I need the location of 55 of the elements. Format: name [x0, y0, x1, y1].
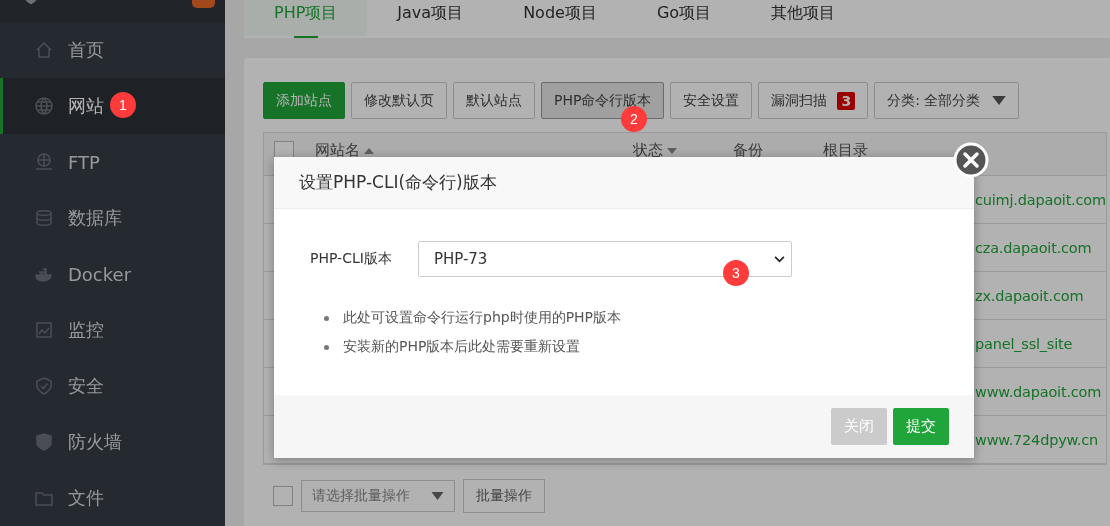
site-link[interactable]: www.724dpyw.cn	[975, 431, 1099, 448]
site-link[interactable]: www.dapaoit.com	[975, 383, 1102, 400]
site-link[interactable]: cuimj.dapaoit.com	[975, 191, 1106, 208]
add-site-button[interactable]: 添加站点	[263, 82, 345, 119]
sidebar-item[interactable]: 安全	[0, 358, 225, 414]
dialog-title: 设置PHP-CLI(命令行)版本	[299, 171, 497, 194]
sidebar-item[interactable]: Docker	[0, 246, 225, 302]
column-header[interactable]: 根目录	[823, 141, 868, 160]
annotation-marker: 2	[621, 106, 647, 132]
database-icon	[34, 208, 54, 228]
home-icon	[34, 40, 54, 60]
annotation-marker: 3	[723, 260, 749, 286]
sort-icon	[364, 147, 374, 154]
site-link[interactable]: cza.dapaoit.com	[975, 239, 1092, 256]
count-badge: 3	[837, 91, 856, 110]
column-header[interactable]: 备份	[733, 141, 823, 160]
site-link[interactable]: zx.dapaoit.com	[975, 287, 1084, 304]
note-text: 安装新的PHP版本后此处需要重新设置	[343, 338, 581, 356]
toolbar-button[interactable]: 默认站点	[453, 82, 535, 119]
column-header[interactable]: 网站名	[315, 141, 633, 160]
shield-icon	[34, 376, 54, 396]
project-tab[interactable]: Go项目	[626, 0, 742, 38]
batch-checkbox[interactable]	[273, 486, 293, 506]
sidebar-item[interactable]: 监控	[0, 302, 225, 358]
sidebar-item[interactable]: 数据库	[0, 190, 225, 246]
toolbar-button[interactable]: 修改默认页	[351, 82, 447, 119]
annotation-marker: 1	[110, 92, 136, 118]
site-link[interactable]: panel_ssl_site	[975, 335, 1073, 352]
batch-button[interactable]: 批量操作	[463, 479, 545, 513]
project-tab[interactable]: Node项目	[493, 0, 627, 38]
project-tab[interactable]: Java项目	[367, 0, 494, 38]
column-header[interactable]: 状态	[633, 141, 733, 160]
project-tab[interactable]: 其他项目	[741, 0, 866, 38]
ftp-icon	[34, 152, 54, 172]
sidebar-item[interactable]: 网站 1	[0, 78, 225, 134]
globe-icon	[34, 96, 54, 116]
toolbar-button[interactable]: 安全设置	[670, 82, 753, 119]
sidebar-item[interactable]: 文件	[0, 470, 225, 526]
note-text: 此处可设置命令行运行php时使用的PHP版本	[343, 309, 622, 327]
sidebar-item[interactable]: FTP	[0, 134, 225, 190]
category-dropdown[interactable]: 分类: 全部分类	[874, 82, 1020, 119]
submit-button[interactable]: 提交	[893, 408, 949, 445]
batch-select[interactable]: 请选择批量操作	[301, 480, 455, 512]
project-tab[interactable]: PHP项目	[244, 0, 368, 38]
caret-icon	[992, 96, 1007, 105]
chevron-icon	[773, 255, 785, 263]
monitor-icon	[34, 320, 54, 340]
logo-badge	[192, 0, 215, 8]
sort-icon	[667, 147, 677, 154]
caret-icon	[431, 492, 444, 500]
field-label: PHP-CLI版本	[310, 250, 392, 268]
sidebar-item[interactable]: 防火墙	[0, 414, 225, 470]
firewall-icon	[34, 432, 54, 452]
sidebar-item[interactable]: 首页	[0, 22, 225, 78]
scan-button[interactable]: 漏洞扫描 3	[758, 82, 869, 119]
